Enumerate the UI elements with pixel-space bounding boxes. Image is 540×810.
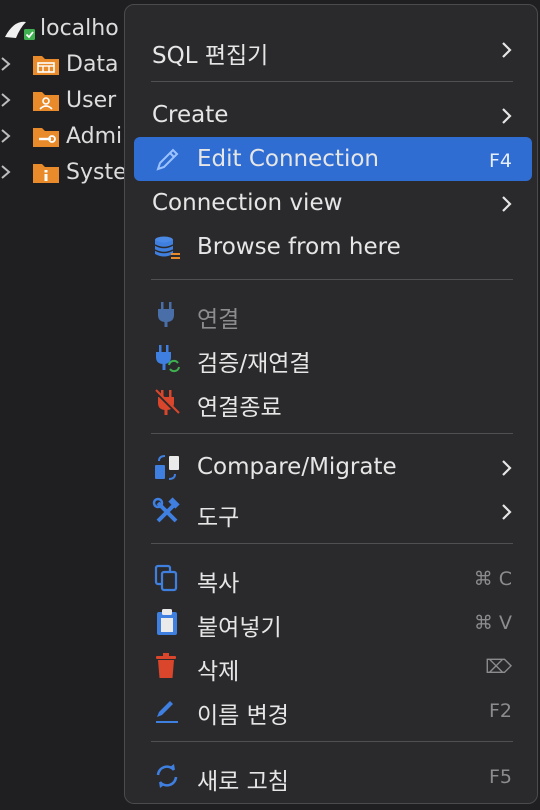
submenu-arrow-icon: [502, 196, 512, 212]
plug-refresh-icon: [156, 345, 180, 373]
menu-item-label: Browse from here: [197, 234, 401, 260]
admin-wrench-folder-icon: [33, 128, 59, 147]
menu-separator: [151, 81, 513, 82]
unplug-icon: [153, 389, 180, 416]
database-folder-icon: [33, 56, 59, 75]
submenu-arrow-icon: [502, 504, 512, 520]
submenu-arrow-icon: [502, 460, 512, 476]
menu-item-copy[interactable]: 복사 ⌘ C: [134, 555, 532, 599]
menu-separator: [151, 543, 513, 544]
tree-item-label: Admi: [66, 123, 123, 149]
menu-item-label: 연결종료: [197, 395, 282, 421]
compare-migrate-icon: [155, 455, 179, 480]
menu-item-edit-connection[interactable]: Edit Connection F4: [134, 137, 532, 181]
copy-icon: [154, 564, 178, 592]
rename-pencil-icon: [156, 701, 178, 723]
menu-item-tools[interactable]: 도구: [134, 489, 532, 533]
shortcut-label: F5: [488, 766, 512, 788]
shortcut-label: ⌘ C: [473, 568, 512, 590]
menu-item-label: 검증/재연결: [197, 351, 311, 377]
menu-item-label: 복사: [197, 571, 240, 597]
trash-icon: [156, 653, 176, 678]
menu-item-sql-editor[interactable]: SQL 편집기: [134, 27, 532, 71]
user-folder-icon: [33, 92, 59, 111]
menu-item-refresh[interactable]: 새로 고침 F5: [134, 753, 532, 797]
menu-item-label: 붙여넣기: [197, 615, 282, 641]
shortcut-label: F2: [488, 700, 512, 722]
menu-separator: [151, 741, 513, 742]
menu-item-connect[interactable]: 연결: [134, 291, 532, 335]
tools-icon: [152, 497, 180, 523]
system-info-folder-icon: [33, 164, 59, 183]
menu-item-label: 이름 변경: [197, 703, 289, 729]
paste-clipboard-icon: [157, 609, 177, 635]
shortcut-label: ⌦: [485, 656, 512, 678]
menu-item-label: 삭제: [197, 659, 240, 685]
chevron-right-icon[interactable]: [0, 158, 12, 186]
connection-icon: [5, 21, 35, 40]
menu-item-reconnect[interactable]: 검증/재연결: [134, 335, 532, 379]
menu-item-label: 도구: [197, 505, 240, 531]
refresh-icon: [156, 764, 178, 788]
context-menu: SQL 편집기 Create Edit Connection F4 Connec…: [124, 4, 538, 804]
menu-item-label: Create: [152, 102, 229, 128]
tree-item-label: Syste: [66, 159, 127, 185]
menu-item-rename[interactable]: 이름 변경 F2: [134, 687, 532, 731]
menu-item-compare-migrate[interactable]: Compare/Migrate: [134, 445, 532, 489]
menu-item-browse-from-here[interactable]: Browse from here: [134, 225, 532, 269]
menu-item-label: 새로 고침: [197, 769, 289, 795]
menu-item-delete[interactable]: 삭제 ⌦: [134, 643, 532, 687]
menu-separator: [151, 279, 513, 280]
shortcut-label: ⌘ V: [473, 612, 512, 634]
menu-item-label: 연결: [197, 307, 240, 333]
tree-item-label: User: [66, 87, 117, 113]
menu-separator: [151, 433, 513, 434]
pencil-icon: [156, 148, 179, 171]
chevron-right-icon[interactable]: [0, 122, 12, 150]
chevron-right-icon[interactable]: [0, 50, 12, 78]
menu-item-label: Compare/Migrate: [197, 454, 397, 480]
menu-item-label: Connection view: [152, 190, 343, 216]
submenu-arrow-icon: [502, 108, 512, 124]
tree-item-label: Data: [66, 51, 119, 77]
menu-item-label: Edit Connection: [197, 146, 379, 172]
database-browse-icon: [154, 236, 180, 259]
menu-item-paste[interactable]: 붙여넣기 ⌘ V: [134, 599, 532, 643]
menu-item-disconnect[interactable]: 연결종료: [134, 379, 532, 423]
shortcut-label: F4: [488, 150, 512, 172]
navigator-tree: localho Data User Admi Syste: [0, 0, 130, 810]
chevron-right-icon[interactable]: [0, 86, 12, 114]
menu-item-connection-view[interactable]: Connection view: [134, 181, 532, 225]
plug-icon: [158, 302, 174, 327]
submenu-arrow-icon: [502, 42, 512, 58]
tree-root-label: localho: [40, 15, 119, 41]
menu-item-create[interactable]: Create: [134, 93, 532, 137]
menu-item-label: SQL 편집기: [152, 43, 269, 69]
